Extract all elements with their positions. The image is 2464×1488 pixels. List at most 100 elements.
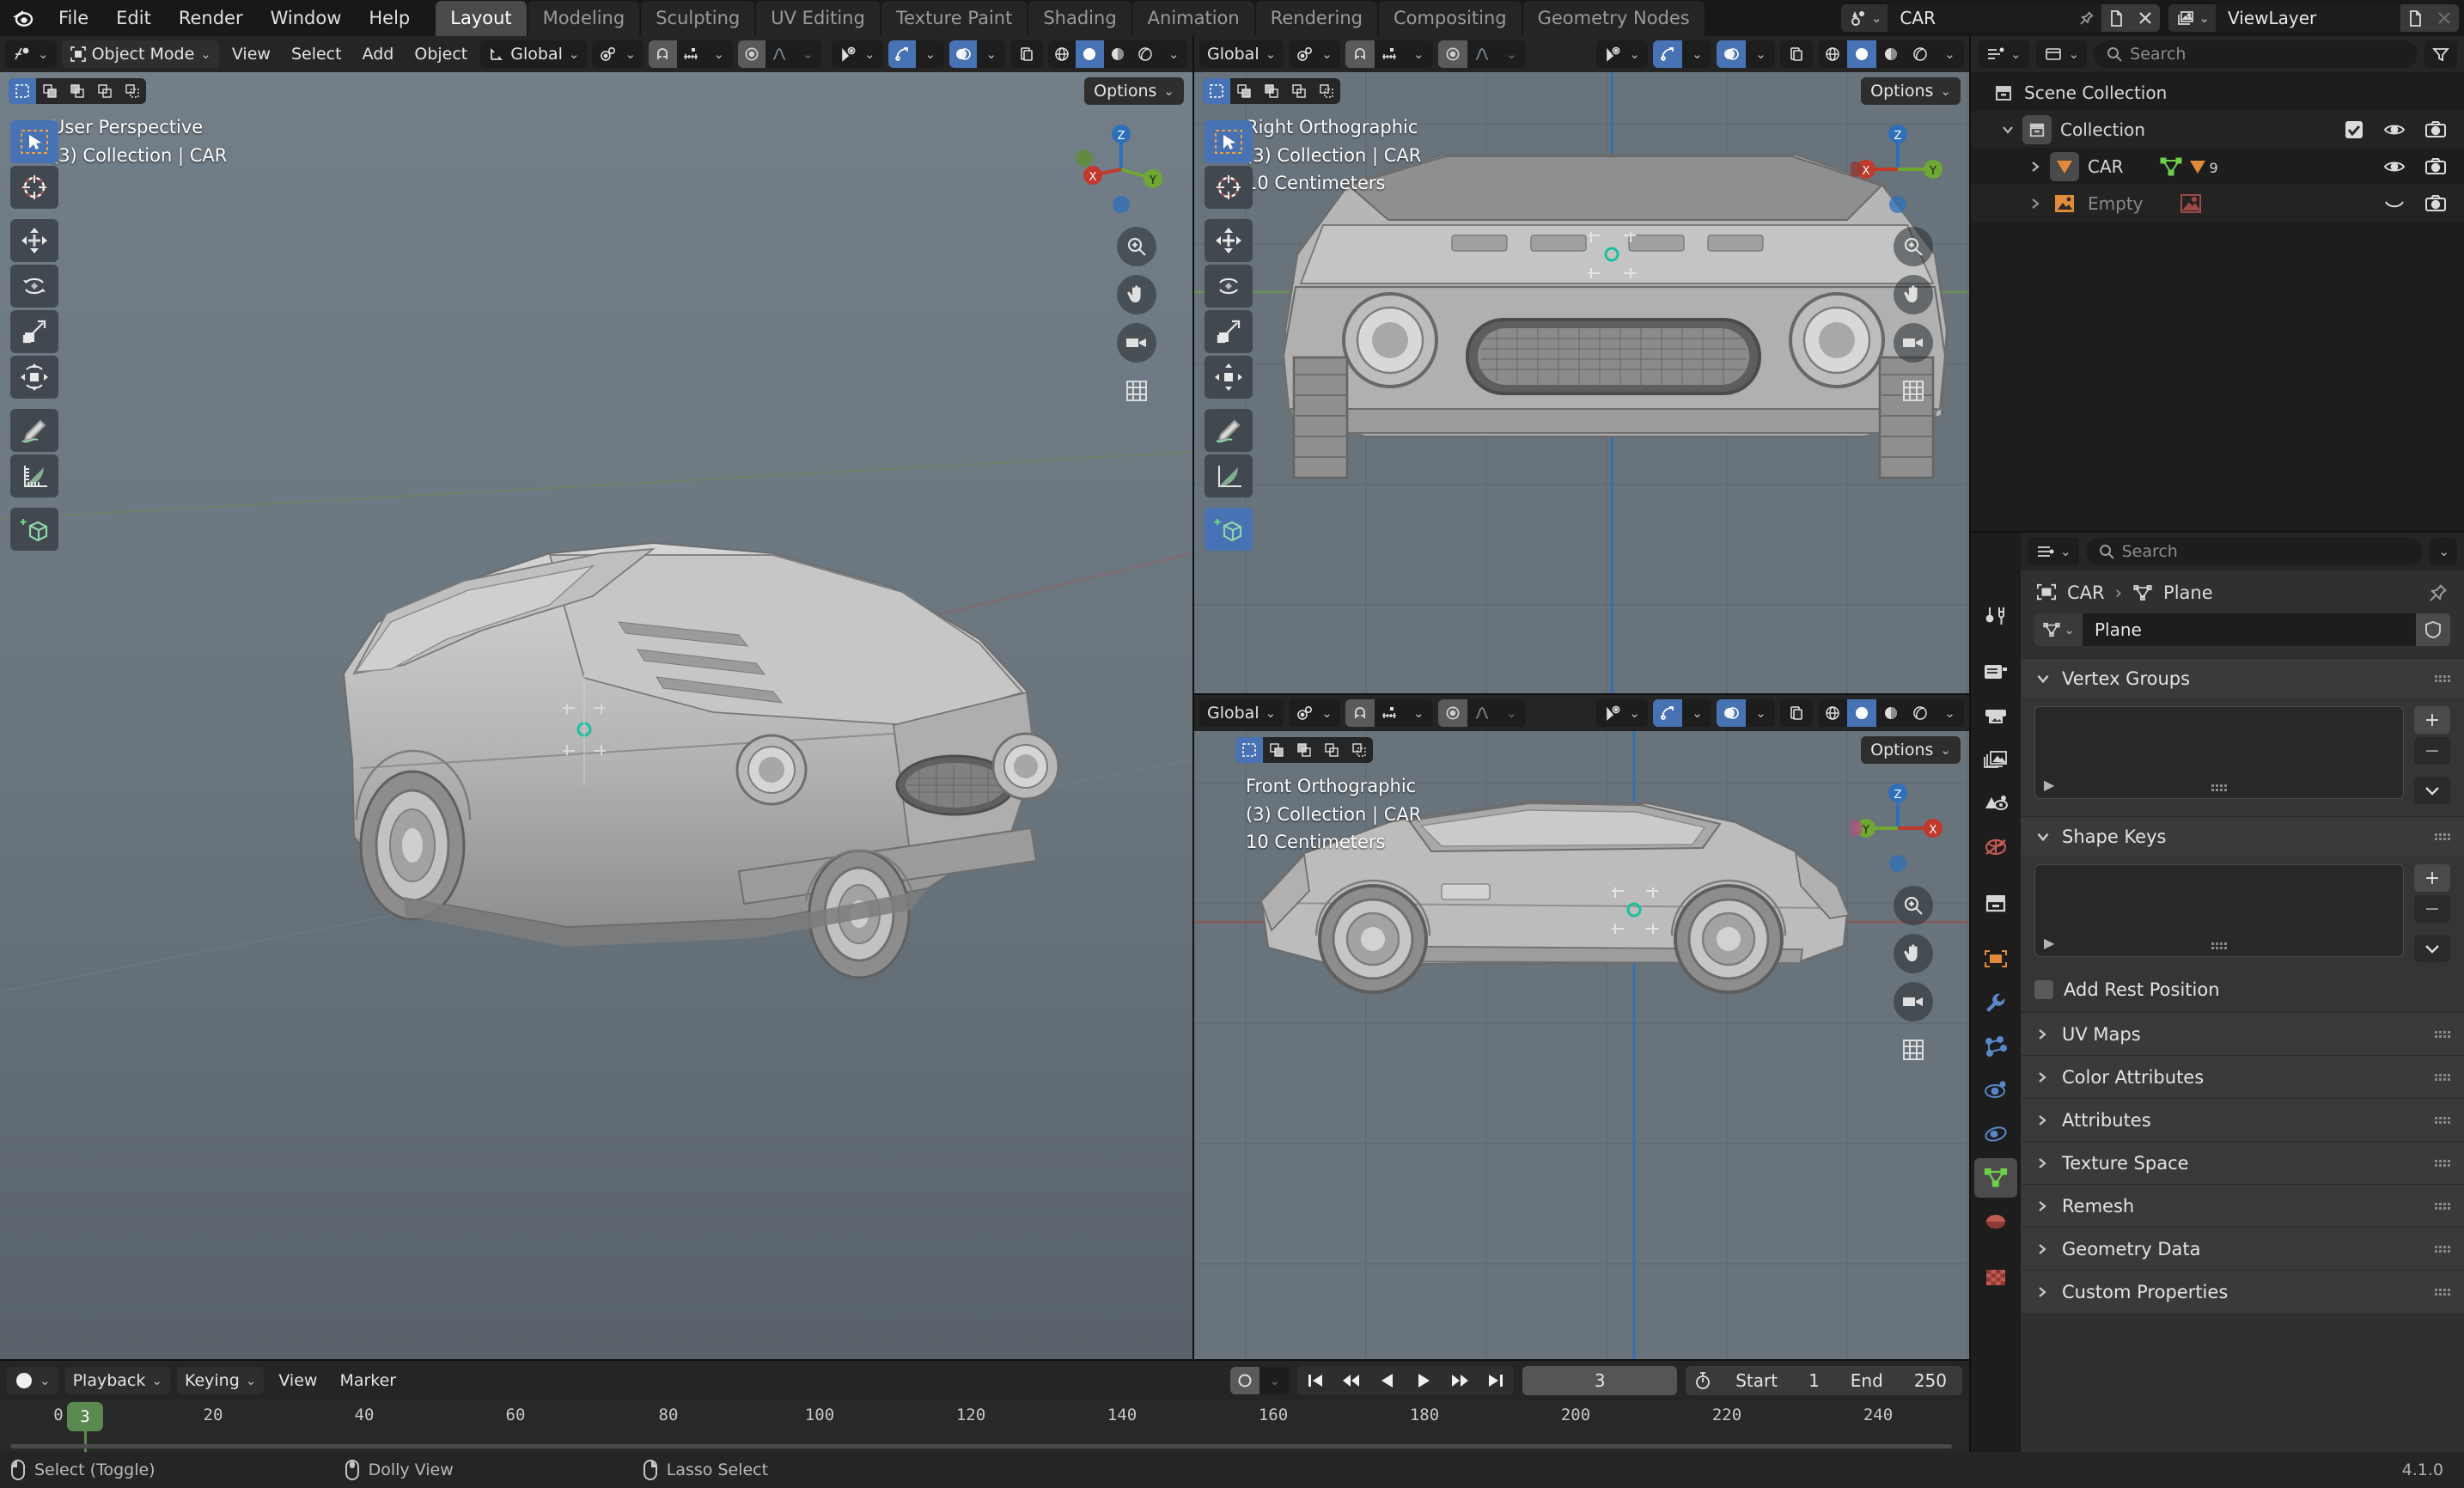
shape-keys-list[interactable]: ▶ [2034, 864, 2404, 957]
select-box-mode-icon-3[interactable] [1235, 737, 1263, 763]
tool-annotate-2[interactable] [1205, 409, 1253, 452]
pan-hand-icon-3[interactable] [1894, 934, 1933, 973]
tool-scale[interactable] [10, 310, 58, 353]
editor-type-selector[interactable]: ⌄ [5, 40, 57, 68]
chevron-right-icon[interactable] [2028, 159, 2043, 174]
rendered-shading-icon-3[interactable] [1906, 699, 1935, 727]
select-box-mode-icon-2[interactable] [1203, 78, 1230, 104]
expand-triangle-icon[interactable]: ▶ [2044, 935, 2054, 951]
shading-modes-2[interactable]: ⌄ [1818, 40, 1964, 68]
output-tab[interactable] [1974, 696, 2017, 735]
shading-modes[interactable]: ⌄ [1047, 40, 1187, 68]
viewport-canvas-front-ortho[interactable]: Front Orthographic (3) Collection | CAR … [1194, 731, 1969, 1359]
snap-target-selector-2[interactable]: ⌄ [1289, 40, 1340, 68]
tool-move-2[interactable] [1205, 219, 1253, 262]
snap-toggle-group[interactable]: ⌄ [649, 40, 733, 68]
auto-keying-group[interactable]: ⌄ [1230, 1367, 1290, 1394]
tool-measure-2[interactable] [1205, 454, 1253, 497]
menu-keying[interactable]: Keying ⌄ [176, 1367, 265, 1394]
properties-options-dropdown[interactable]: ⌄ [2430, 538, 2457, 565]
data-tab[interactable] [1974, 1158, 2017, 1198]
add-vertex-group-button[interactable]: + [2414, 706, 2450, 734]
tool-cursor[interactable] [10, 166, 58, 209]
tool-annotate[interactable] [10, 409, 58, 452]
tab-layout[interactable]: Layout [436, 0, 527, 36]
overlays-icon-3[interactable] [1717, 699, 1746, 727]
select-intersect-mode-icon-2[interactable] [1285, 78, 1313, 104]
transform-orientation-selector[interactable]: Global ⌄ [480, 40, 588, 68]
eye-icon[interactable] [2383, 121, 2406, 138]
play-reverse-button[interactable] [1369, 1366, 1406, 1395]
select-box-mode-icon[interactable] [9, 78, 36, 104]
panel-header-geometry-data[interactable]: Geometry Data [2021, 1227, 2464, 1270]
menu-window[interactable]: Window [257, 0, 356, 36]
overlays-dropdown[interactable]: ⌄ [977, 40, 1005, 68]
solid-shading-icon[interactable] [1076, 40, 1104, 68]
camera-icon[interactable] [2424, 120, 2447, 139]
viewport-canvas-user-perspective[interactable]: User Perspective (3) Collection | CAR Op… [0, 72, 1192, 1359]
use-preview-range-icon[interactable] [1686, 1366, 1721, 1395]
pin-icon[interactable] [2072, 4, 2102, 32]
snap-toggle-group-2[interactable]: ⌄ [1345, 40, 1433, 68]
texture-tab[interactable] [1974, 1258, 2017, 1297]
eye-closed-icon[interactable] [2383, 195, 2406, 212]
falloff-dropdown-3[interactable]: ⌄ [1496, 699, 1526, 727]
shading-dropdown-3[interactable]: ⌄ [1935, 699, 1964, 727]
snap-magnet-icon-2[interactable] [1345, 40, 1375, 68]
delete-viewlayer-button[interactable] [2430, 4, 2459, 32]
overlays-group-2[interactable]: ⌄ [1717, 40, 1775, 68]
pan-hand-icon-2[interactable] [1894, 275, 1933, 314]
new-scene-button[interactable] [2101, 4, 2132, 32]
delete-scene-button[interactable] [2131, 4, 2161, 32]
menu-object[interactable]: Object [406, 40, 475, 68]
proportional-edit-group-2[interactable]: ⌄ [1437, 40, 1526, 68]
breadcrumb-object[interactable]: CAR [2067, 582, 2105, 603]
wireframe-shading-icon[interactable] [1047, 40, 1076, 68]
add-rest-position-row[interactable]: Add Rest Position [2021, 974, 2464, 1012]
falloff-dropdown[interactable]: ⌄ [793, 40, 821, 68]
current-frame-field[interactable]: 3 [1522, 1366, 1678, 1395]
wireframe-shading-icon-2[interactable] [1818, 40, 1847, 68]
gizmo-icon-3[interactable] [1653, 699, 1682, 727]
options-button-1[interactable]: Options ⌄ [1084, 77, 1184, 105]
shading-modes-3[interactable]: ⌄ [1818, 699, 1964, 727]
panel-header-color-attributes[interactable]: Color Attributes [2021, 1055, 2464, 1098]
select-extend-mode-icon-3[interactable] [1263, 737, 1290, 763]
tool-move[interactable] [10, 219, 58, 262]
overlays-group-3[interactable]: ⌄ [1717, 699, 1775, 727]
snap-target-selector[interactable]: ⌄ [592, 40, 644, 68]
breadcrumb-data[interactable]: Plane [2163, 582, 2213, 603]
mesh-data-icon[interactable] [2160, 156, 2182, 177]
rendered-shading-icon[interactable] [1131, 40, 1160, 68]
object-tab[interactable] [1974, 939, 2017, 979]
overlays-dropdown-3[interactable]: ⌄ [1746, 699, 1775, 727]
proportional-edit-group[interactable]: ⌄ [737, 40, 821, 68]
eye-icon[interactable] [2383, 158, 2406, 175]
gizmo-group[interactable]: ⌄ [887, 40, 944, 68]
snap-increment-icon-2[interactable] [1374, 40, 1404, 68]
select-subtract-mode-icon-3[interactable] [1290, 737, 1318, 763]
panel-header-custom-properties[interactable]: Custom Properties [2021, 1270, 2464, 1313]
menu-file[interactable]: File [45, 0, 102, 36]
jump-to-start-button[interactable] [1297, 1366, 1333, 1395]
select-extend-mode-icon-2[interactable] [1230, 78, 1258, 104]
panel-header-shape-keys[interactable]: Shape Keys [2021, 816, 2464, 856]
menu-select[interactable]: Select [284, 40, 350, 68]
outliner-editor-type-selector[interactable]: ⌄ [1978, 40, 2029, 68]
start-frame-value[interactable]: 1 [1793, 1366, 1835, 1395]
select-intersect-mode-icon-3[interactable] [1318, 737, 1345, 763]
rendered-shading-icon-2[interactable] [1906, 40, 1935, 68]
proportional-edit-icon[interactable] [737, 40, 765, 68]
checkbox-icon[interactable] [2344, 119, 2364, 140]
material-preview-icon-2[interactable] [1876, 40, 1906, 68]
select-difference-mode-icon-3[interactable] [1345, 737, 1373, 763]
physics-tab[interactable] [1974, 1070, 2017, 1110]
outliner-search-input[interactable]: Search [2094, 40, 2418, 68]
select-difference-mode-icon-2[interactable] [1313, 78, 1340, 104]
object-mode-selector[interactable]: Object Mode ⌄ [61, 40, 219, 68]
transform-orientation-selector-2[interactable]: Global ⌄ [1199, 40, 1284, 68]
play-button[interactable] [1406, 1366, 1442, 1395]
visibility-selector[interactable]: ⌄ [831, 40, 883, 68]
zoom-icon-1[interactable] [1117, 227, 1156, 266]
panel-header-attributes[interactable]: Attributes [2021, 1098, 2464, 1141]
